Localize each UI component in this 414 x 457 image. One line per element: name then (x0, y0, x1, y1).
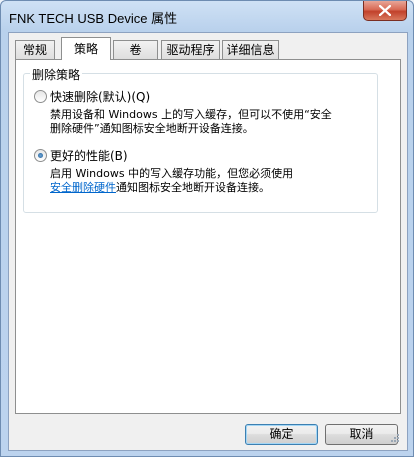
dialog-client-area: 常规 策略 卷 驱动程序 详细信息 删除策略 快速删除(默认)(Q) 禁用设备和… (8, 32, 408, 451)
properties-dialog: FNK TECH USB Device 属性 常规 策略 卷 驱动程序 详细信息… (0, 0, 414, 457)
quick-removal-description-line2: 删除硬件”通知图标安全地断开设备连接。 (50, 122, 254, 135)
cancel-button[interactable]: 取消 (325, 424, 398, 445)
quick-removal-radio[interactable] (34, 90, 47, 103)
better-performance-radio[interactable] (34, 149, 47, 162)
tab-policies[interactable]: 策略 (61, 37, 111, 60)
quick-removal-label[interactable]: 快速删除(默认)(Q) (50, 88, 150, 105)
better-performance-label[interactable]: 更好的性能(B) (50, 147, 128, 164)
tab-details[interactable]: 详细信息 (222, 40, 279, 59)
quick-removal-description-line1: 禁用设备和 Windows 上的写入缓存，但可以不使用“安全 (50, 108, 332, 121)
tab-general[interactable]: 常规 (15, 40, 55, 59)
safely-remove-hardware-link[interactable]: 安全删除硬件 (50, 181, 116, 194)
removal-policy-group: 删除策略 快速删除(默认)(Q) 禁用设备和 Windows 上的写入缓存，但可… (23, 66, 378, 213)
window-title: FNK TECH USB Device 属性 (9, 11, 178, 26)
better-performance-description-line2: 安全删除硬件通知图标安全地断开设备连接。 (50, 181, 270, 195)
tab-driver[interactable]: 驱动程序 (161, 40, 220, 59)
removal-policy-group-label: 删除策略 (30, 66, 83, 83)
close-icon (379, 5, 391, 16)
title-bar[interactable]: FNK TECH USB Device 属性 (1, 1, 413, 31)
ok-button[interactable]: 确定 (245, 424, 318, 445)
resize-grip-icon[interactable] (389, 432, 399, 442)
close-button[interactable] (363, 1, 407, 21)
better-performance-description-rest: 通知图标安全地断开设备连接。 (116, 181, 270, 194)
tab-volumes[interactable]: 卷 (113, 40, 158, 59)
better-performance-description-line1: 启用 Windows 中的写入缓存功能，但您必须使用 (50, 167, 294, 180)
policies-tab-panel: 删除策略 快速删除(默认)(Q) 禁用设备和 Windows 上的写入缓存，但可… (15, 59, 401, 414)
